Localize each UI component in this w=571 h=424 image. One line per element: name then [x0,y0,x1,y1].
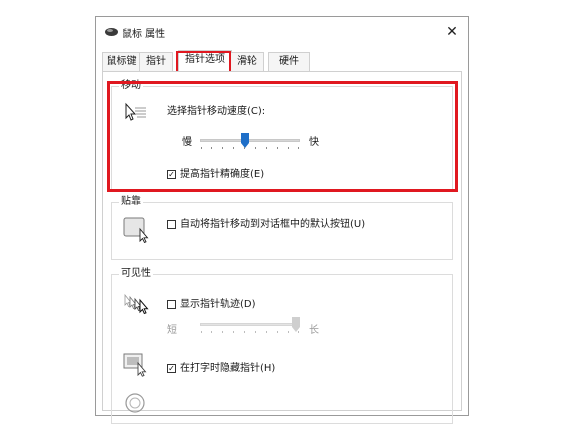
snap-to-icon [123,217,149,243]
trail-tick [266,331,267,333]
snap-group: 贴靠 自动将指针移动到对话框中的默认按钮(U) [111,196,453,260]
tab-hardware[interactable]: 硬件 [268,52,310,71]
title-bar: 鼠标 属性 ✕ [96,17,468,47]
hide-while-typing-label: 在打字时隐藏指针(H) [180,363,276,374]
visibility-group-label: 可见性 [119,268,153,280]
trail-tick [277,331,278,333]
trail-tick [201,331,202,333]
trail-tick [211,331,212,333]
visibility-group: 可见性 显示指针轨迹(D) 短 长 ✓ 在打字时隐藏指针(H) [111,268,453,424]
short-label: 短 [167,325,177,336]
close-button[interactable]: ✕ [442,22,462,42]
trail-slider-thumb[interactable] [292,317,300,332]
tab-highlight-box [176,51,231,73]
motion-highlight-box [107,81,458,192]
trail-tick [233,331,234,333]
snap-group-label: 贴靠 [119,196,143,208]
mouse-app-icon [105,28,118,36]
tab-wheel[interactable]: 滑轮 [230,52,264,71]
trail-length-slider[interactable] [200,317,300,335]
tab-buttons[interactable]: 鼠标键 [102,52,141,71]
window-title: 鼠标 属性 [122,29,166,40]
long-label: 长 [309,325,319,336]
pointer-trails-icon [124,293,149,315]
hide-pointer-icon [123,353,147,377]
tab-pointers[interactable]: 指针 [139,52,173,71]
mouse-properties-dialog: 鼠标 属性 ✕ 鼠标键 指针 指针选项 滑轮 硬件 移动 选择指针移动速度(C)… [95,16,469,424]
hide-while-typing-checkbox[interactable]: ✓ [167,364,176,373]
trail-tick [298,331,299,333]
trail-tick [244,331,245,333]
trail-slider-track [200,323,300,326]
snap-checkbox[interactable] [167,220,176,229]
trails-checkbox[interactable] [167,300,176,309]
ctrl-locate-icon [125,393,145,413]
trail-tick [222,331,223,333]
snap-label: 自动将指针移动到对话框中的默认按钮(U) [180,219,366,230]
trails-label: 显示指针轨迹(D) [180,299,256,310]
trail-tick [255,331,256,333]
trail-tick [288,331,289,333]
